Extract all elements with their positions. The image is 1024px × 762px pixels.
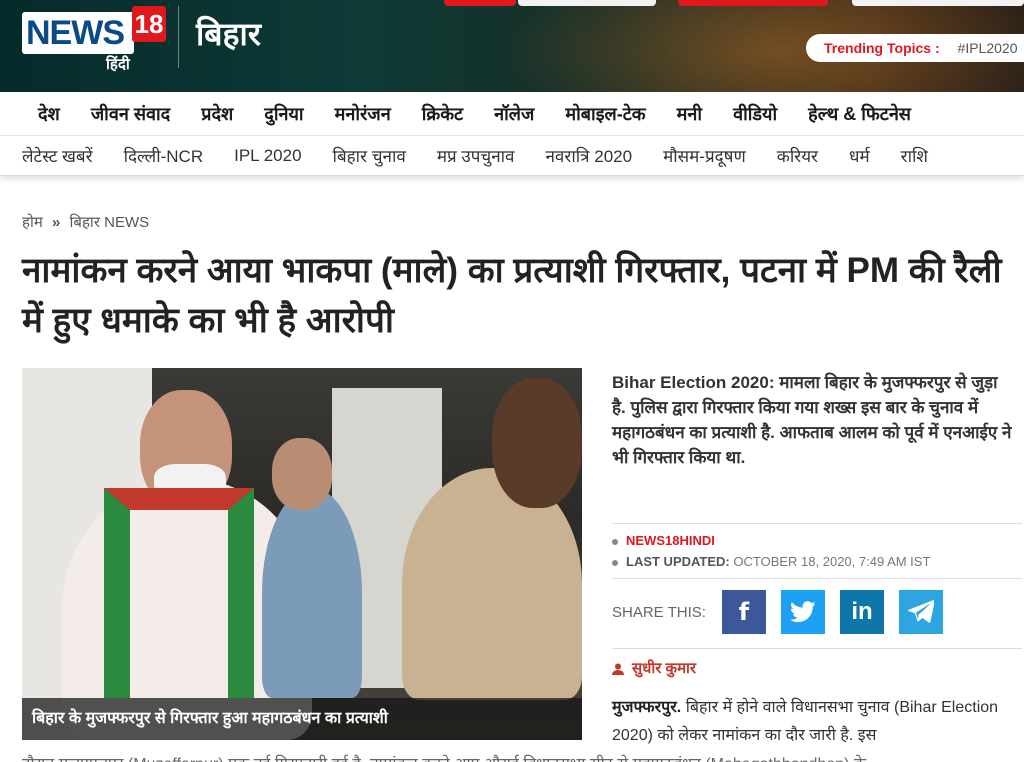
nav-item[interactable]: मनोरंजन <box>335 102 391 126</box>
breadcrumb-home[interactable]: होम <box>22 214 43 231</box>
updated-value: OCTOBER 18, 2020, 7:49 AM IST <box>733 554 931 569</box>
top-red-strip-2 <box>678 0 828 6</box>
logo-language: हिंदी <box>106 56 130 73</box>
secondary-nav: लेटेस्ट खबरें दिल्ली-NCR IPL 2020 बिहार … <box>0 136 1024 176</box>
primary-nav: देश जीवन संवाद प्रदेश दुनिया मनोरंजन क्र… <box>0 92 1024 136</box>
facebook-icon: f <box>738 598 750 626</box>
source-row: NEWS18HINDI <box>612 533 715 548</box>
nav-item[interactable]: नॉलेज <box>494 102 534 126</box>
user-icon <box>612 663 624 676</box>
facebook-share-button[interactable]: f <box>722 590 766 634</box>
body-dateline: मुजफ्फरपुर. <box>612 699 682 716</box>
nav-item[interactable]: वीडियो <box>733 102 777 126</box>
author-name[interactable]: सुधीर कुमार <box>632 660 696 677</box>
site-header: NEWS 18 हिंदी बिहार Trending Topics : #I… <box>0 0 1024 92</box>
breadcrumb-separator: » <box>52 214 61 231</box>
subnav-item[interactable]: नवरात्रि 2020 <box>545 144 632 167</box>
nav-item[interactable]: देश <box>38 102 60 126</box>
logo-divider <box>178 6 179 68</box>
updated-label: LAST UPDATED: <box>626 554 730 569</box>
telegram-share-button[interactable] <box>899 590 943 634</box>
updated-row: LAST UPDATED: OCTOBER 18, 2020, 7:49 AM … <box>612 554 930 569</box>
twitter-icon <box>789 601 816 623</box>
top-search-strip[interactable] <box>518 0 656 6</box>
article-body: मुजफ्फरपुर. बिहार में होने वाले विधानसभा… <box>612 694 1012 750</box>
trending-label: Trending Topics : <box>824 40 940 56</box>
divider <box>612 578 1022 579</box>
subnav-item[interactable]: लेटेस्ट खबरें <box>22 144 93 167</box>
article-source[interactable]: NEWS18HINDI <box>626 533 715 548</box>
news18-logo[interactable]: NEWS 18 हिंदी <box>22 6 166 73</box>
photo-police-head <box>492 378 582 508</box>
subnav-item[interactable]: बिहार चुनाव <box>333 144 406 167</box>
divider <box>612 523 1022 524</box>
linkedin-share-button[interactable]: in <box>840 590 884 634</box>
nav-item[interactable]: हेल्थ & फिटनेस <box>808 102 911 126</box>
subnav-item[interactable]: धर्म <box>849 144 870 167</box>
photo-scarf <box>104 488 254 698</box>
subnav-item[interactable]: दिल्ली-NCR <box>124 144 204 167</box>
logo-number: 18 <box>132 6 166 42</box>
logo-brand: NEWS <box>22 12 134 54</box>
article-headline: नामांकन करने आया भाकपा (माले) का प्रत्या… <box>22 251 1002 340</box>
breadcrumb: होम » बिहार NEWS <box>22 212 149 232</box>
nav-item[interactable]: प्रदेश <box>201 102 233 126</box>
top-red-strip <box>444 0 516 6</box>
twitter-share-button[interactable] <box>781 590 825 634</box>
nav-item[interactable]: दुनिया <box>264 102 303 126</box>
nav-item[interactable]: क्रिकेट <box>422 102 463 126</box>
article-body-continued: दौरान मुजफ्फरपुर (Muzaffarpur) एक नई गिर… <box>22 752 1022 762</box>
subnav-item[interactable]: मौसम-प्रदूषण <box>663 144 746 167</box>
telegram-icon <box>907 600 935 623</box>
nav-item[interactable]: मनी <box>677 102 702 126</box>
share-label: SHARE THIS: <box>612 604 706 621</box>
subnav-item[interactable]: IPL 2020 <box>234 146 301 166</box>
article-summary: Bihar Election 2020: मामला बिहार के मुजफ… <box>612 373 1012 467</box>
nav-item[interactable]: जीवन संवाद <box>91 102 170 126</box>
photo-caption: बिहार के मुजफ्फरपुर से गिरफ्तार हुआ महाग… <box>22 698 582 740</box>
top-login-strip[interactable] <box>852 0 1024 6</box>
state-title[interactable]: बिहार <box>196 12 261 55</box>
subnav-item[interactable]: करियर <box>777 144 818 167</box>
trending-topics: Trending Topics : #IPL2020 <box>806 34 1024 62</box>
trending-tag-link[interactable]: #IPL2020 <box>958 40 1018 56</box>
subnav-item[interactable]: मप्र उपचुनाव <box>437 144 515 167</box>
breadcrumb-section[interactable]: बिहार NEWS <box>70 214 150 231</box>
author-row: सुधीर कुमार <box>612 658 696 678</box>
subnav-item[interactable]: राशि <box>901 144 928 167</box>
linkedin-icon: in <box>851 598 873 625</box>
bullet-icon <box>612 559 618 566</box>
bullet-icon <box>612 538 618 545</box>
divider <box>612 648 1022 649</box>
photo-person-2-head <box>272 438 332 510</box>
photo-person-2 <box>262 488 362 698</box>
article-photo[interactable]: बिहार के मुजफ्फरपुर से गिरफ्तार हुआ महाग… <box>22 368 582 740</box>
nav-item[interactable]: मोबाइल-टेक <box>565 102 645 126</box>
